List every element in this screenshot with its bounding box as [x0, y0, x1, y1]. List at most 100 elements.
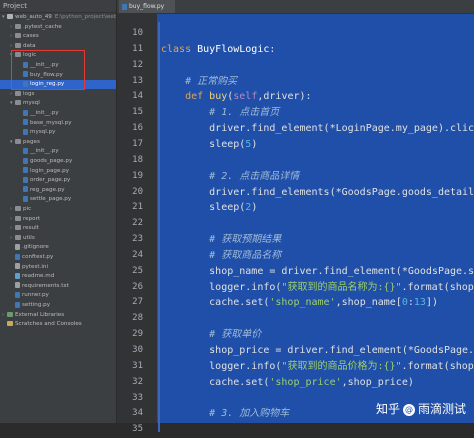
code-token: # 获取商品名称 [161, 249, 282, 261]
code-line: # 2. 点击商品详情 [161, 169, 299, 185]
file-base-mysql[interactable]: base_mysql.py [0, 119, 116, 128]
tree-item-label: order_page.py [30, 177, 71, 184]
tree-item-label: pytest.ini [22, 263, 49, 270]
line-number: 29 [132, 329, 143, 340]
file-conftest[interactable]: conftest.py [0, 253, 116, 262]
file-init-logic[interactable]: __init__.py [0, 61, 116, 70]
line-number: 17 [132, 138, 143, 149]
fold-guide [158, 22, 160, 432]
folder-logic[interactable]: ▾ logic [0, 51, 116, 60]
at-icon: @ [402, 403, 415, 416]
folder-result[interactable]: › result [0, 224, 116, 233]
tree-item-label: login_reg.py [30, 81, 65, 88]
folder-report[interactable]: › report [0, 215, 116, 224]
code-token: : [269, 43, 276, 55]
file-buy-flow[interactable]: buy_flow.py [0, 71, 116, 80]
folder-pytest-cache[interactable]: › .pytest_cache [0, 23, 116, 32]
line-number: 26 [132, 281, 143, 292]
lib-icon [7, 311, 13, 317]
folder-cases[interactable]: › cases [0, 32, 116, 41]
code-line: sleep(5) [161, 137, 257, 153]
tree-item-label: logs [23, 90, 35, 97]
file-goods-page[interactable]: goods_page.py [0, 157, 116, 166]
code-token: driver.find_elements(*GoodsPage.goods_de… [161, 186, 474, 198]
folder-pages[interactable]: ▾ pages [0, 138, 116, 147]
project-panel-title[interactable]: Project [0, 0, 116, 13]
project-path: E:\python_project\web_auto_49 [54, 14, 117, 20]
code-token: # 正常购买 [161, 75, 238, 87]
code-token: # 获取单价 [161, 329, 262, 341]
line-number: 19 [132, 170, 143, 181]
code-token: ,driver): [257, 91, 312, 103]
file-py-icon [23, 157, 28, 164]
code-line: shop_price = driver.find_element(*GoodsP… [161, 343, 474, 359]
line-number: 13 [132, 75, 143, 86]
folder-logs[interactable]: › logs [0, 90, 116, 99]
line-number: 33 [132, 392, 143, 403]
folder-pic[interactable]: › pic [0, 205, 116, 214]
tree-item-label: pages [23, 138, 40, 145]
file-py-icon [15, 291, 20, 298]
code-editor[interactable]: class BuyFlowLogic: # 正常购买 def buy(self,… [157, 14, 474, 423]
folder-icon [15, 100, 21, 106]
file-reg-page[interactable]: reg_page.py [0, 186, 116, 195]
file-runner[interactable]: runner.py [0, 291, 116, 300]
line-number: 28 [132, 313, 143, 324]
line-number: 16 [132, 123, 143, 134]
scratches-and-consoles[interactable]: Scratches and Consoles [0, 320, 116, 329]
line-number: 35 [132, 424, 143, 435]
tree-item-label: __init__.py [30, 62, 59, 68]
file-mysql[interactable]: mysql.py [0, 128, 116, 137]
file-order-page[interactable]: order_page.py [0, 176, 116, 185]
code-line: # 正常购买 [161, 74, 237, 90]
tree-item-label: data [23, 42, 36, 49]
folder-icon [15, 52, 21, 58]
file-setting[interactable]: setting.py [0, 301, 116, 310]
tree-item-label: web_auto_49 [15, 14, 52, 20]
file-md-icon [15, 272, 20, 279]
file-readme[interactable]: readme.md [0, 272, 116, 281]
file-init-mysql[interactable]: __init__.py [0, 109, 116, 118]
code-line: driver.find_element(*LoginPage.my_page).… [161, 121, 474, 137]
tree-item-label: settle_page.py [30, 196, 72, 203]
python-file-icon [122, 3, 127, 10]
file-py-icon [23, 176, 28, 183]
file-requirements[interactable]: requirements.txt [0, 282, 116, 291]
code-token: BuyFlowLogic [197, 43, 270, 55]
file-py-icon [23, 186, 28, 193]
file-pytest-ini[interactable]: pytest.ini [0, 263, 116, 272]
tree-item-label: report [23, 215, 41, 222]
file-py-icon [23, 61, 28, 68]
folder-icon [15, 90, 21, 96]
watermark: 知乎 @ 雨滴测试 [376, 400, 466, 417]
file-gitignore[interactable]: .gitignore [0, 243, 116, 252]
code-line: def buy(self,driver): [161, 89, 312, 105]
folder-root-icon [7, 14, 13, 19]
code-line: cache.set('shop_name',shop_name[0:13]) [161, 295, 438, 311]
folder-data[interactable]: › data [0, 42, 116, 51]
code-token: "获取到的商品价格为:{}" [281, 360, 402, 372]
file-py-icon [15, 253, 20, 260]
code-line: sleep(2) [161, 200, 257, 216]
external-libraries[interactable]: › External Libraries [0, 311, 116, 320]
project-root[interactable]: ▾web_auto_49E:\python_project\web_auto_4… [0, 13, 116, 22]
code-token: # 3. 加入购物车 [161, 408, 290, 420]
folder-mysql[interactable]: ▾ mysql [0, 99, 116, 108]
folder-utils[interactable]: › utils [0, 234, 116, 243]
code-token: ) [251, 138, 258, 150]
line-number: 15 [132, 107, 143, 118]
tree-item-label: login_page.py [30, 167, 70, 174]
line-number: 14 [132, 91, 143, 102]
tab-buy-flow[interactable]: buy_flow.py [119, 0, 175, 13]
tree-item-label: .pytest_cache [23, 23, 62, 30]
line-number: 18 [132, 154, 143, 165]
tree-item-label: goods_page.py [30, 158, 73, 164]
file-init-pages[interactable]: __init__.py [0, 147, 116, 156]
file-login-page[interactable]: login_page.py [0, 167, 116, 176]
folder-icon [15, 206, 21, 211]
file-login-reg[interactable]: login_reg.py [0, 80, 116, 90]
line-number: 25 [132, 265, 143, 276]
file-settle-page[interactable]: settle_page.py [0, 195, 116, 204]
watermark-author: 雨滴测试 [417, 402, 466, 416]
code-token: 'shop_price' [269, 376, 342, 388]
